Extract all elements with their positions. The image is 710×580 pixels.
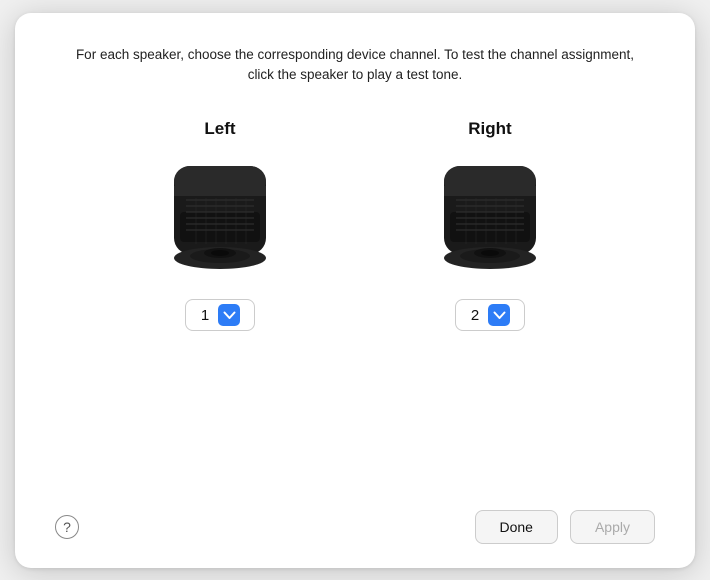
left-channel-value: 1 <box>198 307 212 324</box>
description-text: For each speaker, choose the correspondi… <box>65 45 645 86</box>
speaker-channel-dialog: For each speaker, choose the correspondi… <box>15 13 695 568</box>
help-button[interactable]: ? <box>55 515 79 539</box>
speakers-row: Left <box>55 119 655 494</box>
right-speaker-icon[interactable] <box>435 161 545 281</box>
right-channel-value: 2 <box>468 307 482 324</box>
left-channel-select[interactable]: 1 <box>185 299 255 331</box>
apply-button: Apply <box>570 510 655 544</box>
right-dropdown-button[interactable] <box>488 304 510 326</box>
right-channel-select[interactable]: 2 <box>455 299 525 331</box>
left-speaker-icon[interactable] <box>165 161 275 281</box>
left-speaker-col: Left <box>165 119 275 331</box>
footer-actions: Done Apply <box>475 510 656 544</box>
left-dropdown-button[interactable] <box>218 304 240 326</box>
done-button[interactable]: Done <box>475 510 558 544</box>
right-speaker-label: Right <box>468 119 511 139</box>
right-speaker-col: Right <box>435 119 545 331</box>
left-speaker-label: Left <box>204 119 235 139</box>
dialog-footer: ? Done Apply <box>55 494 655 544</box>
